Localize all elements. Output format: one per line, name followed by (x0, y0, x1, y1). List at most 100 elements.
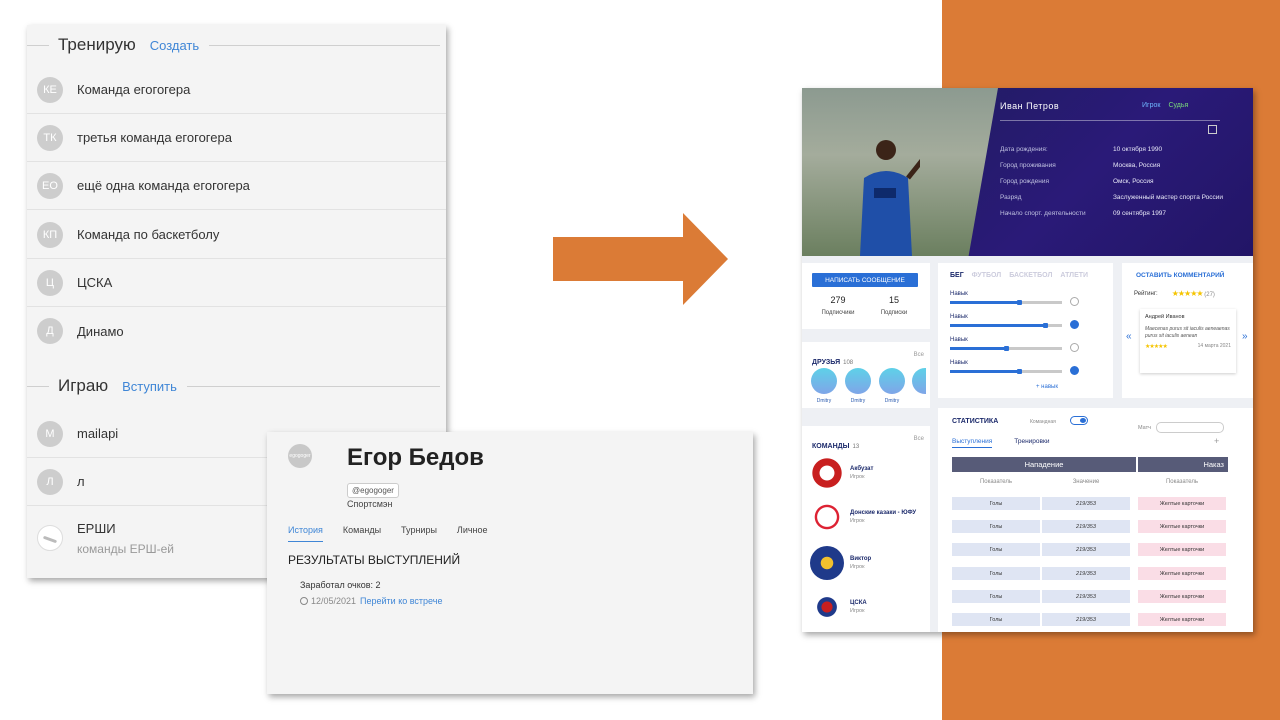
skill-knob[interactable] (1017, 369, 1023, 374)
leave-comment-link[interactable]: ОСТАВИТЬ КОММЕНТАРИЙ (1136, 272, 1224, 279)
team-toggle[interactable] (1070, 416, 1088, 425)
check-circle-icon[interactable] (1070, 320, 1079, 329)
skill-slider[interactable] (950, 346, 1062, 351)
team-row[interactable]: Д Динамо (27, 307, 446, 355)
chevron-right-icon[interactable]: » (1242, 331, 1248, 342)
skill-label: Навык (950, 291, 968, 297)
tab-trainings[interactable]: Тренировки (1014, 438, 1049, 448)
stat-value: 219/353 (1042, 497, 1130, 510)
playing-title: Играю (58, 376, 109, 395)
player-tag: Игрок (1142, 102, 1161, 109)
chevron-left-icon[interactable]: « (1126, 331, 1132, 342)
friends-all-link[interactable]: Все (914, 352, 924, 358)
team-row[interactable]: ТК третья команда егогогера (27, 114, 446, 162)
skill-fill (950, 370, 1020, 373)
team-avatar: Д (37, 318, 63, 344)
profile-tabs: История Команды Турниры Личное (288, 525, 508, 542)
subscriptions-stat[interactable]: 15 Подписки (864, 295, 924, 316)
tab-performances[interactable]: Выступления (952, 438, 993, 448)
skill-knob[interactable] (1017, 300, 1023, 305)
team-item[interactable]: Виктор Игрок (810, 546, 871, 580)
stat-card: Желтые карточки (1138, 520, 1226, 533)
team-role: Игрок (850, 564, 865, 570)
skill-row: Навык (950, 314, 1080, 329)
skill-tab[interactable]: АТЛЕТИ (1060, 272, 1088, 279)
tab-tournaments[interactable]: Турниры (401, 525, 437, 542)
team-name: ЦСКА (77, 275, 113, 290)
skill-slider[interactable] (950, 369, 1062, 374)
friend-item[interactable]: Dmitry (810, 368, 838, 404)
player-info: Дата рождения: 10 октября 1990 Город прож… (1000, 146, 1240, 226)
role-tags: Игрок Судья (1142, 102, 1188, 109)
team-row[interactable]: Ц ЦСКА (27, 259, 446, 307)
join-team-link[interactable]: Вступить (122, 379, 177, 394)
star-icon: ★★★★★ (1171, 289, 1204, 298)
info-value: 10 октября 1990 (1113, 146, 1163, 153)
skill-tabs: БЕГ ФУТБОЛ БАСКЕТБОЛ АТЛЕТИ (950, 272, 1088, 279)
skill-tab[interactable]: БЕГ (950, 272, 964, 279)
team-avatar: КП (37, 221, 63, 248)
column-header: Значение (1072, 479, 1100, 485)
team-name: Динамо (77, 323, 124, 339)
team-item[interactable]: Акбузат Игрок (810, 456, 873, 490)
avatar (845, 368, 871, 394)
tab-history[interactable]: История (288, 525, 323, 542)
add-skill-link[interactable]: + навык (1036, 384, 1058, 390)
team-row[interactable]: ЕО ещё одна команда егогогера (27, 162, 446, 210)
playing-section-header: Играю Вступить (27, 368, 446, 404)
info-row: Город рождения Омск, Россия (1000, 178, 1240, 185)
skill-label: Навык (950, 337, 968, 343)
info-key: Дата рождения: (1000, 146, 1048, 153)
add-circle-icon[interactable] (1070, 343, 1079, 352)
skill-tab[interactable]: БАСКЕТБОЛ (1009, 272, 1052, 279)
stat-card: Желтые карточки (1138, 613, 1226, 626)
comments-card: ОСТАВИТЬ КОММЕНТАРИЙ Рейтинг: ★★★★★ (27)… (1122, 263, 1253, 398)
tab-teams[interactable]: Команды (343, 525, 381, 542)
team-row[interactable]: КП Команда по баскетболу (27, 211, 446, 259)
info-row: Город проживания Москва, Россия (1000, 162, 1240, 169)
results-section-title: РЕЗУЛЬТАТЫ ВЫСТУПЛЕНИЙ (288, 553, 461, 567)
subscribers-count: 279 (830, 295, 846, 305)
friend-item[interactable]: Dmitry (844, 368, 872, 404)
team-logo-icon (810, 500, 844, 534)
friend-item[interactable]: Dmitry (878, 368, 906, 404)
send-message-button[interactable]: НАПИСАТЬ СООБЩЕНИЕ (812, 273, 918, 287)
friend-item[interactable] (912, 368, 926, 394)
meeting-link[interactable]: Перейти ко встрече (360, 596, 442, 606)
skill-row: Навык (950, 337, 1080, 352)
info-key: Начало спорт. деятельности (1000, 210, 1086, 217)
teams-all-link[interactable]: Все (914, 436, 924, 442)
stat-value: 219/353 (1042, 543, 1130, 556)
stat-value: 219/353 (1042, 520, 1130, 533)
stat-card: Желтые карточки (1138, 543, 1226, 556)
player-figure-icon (860, 140, 920, 256)
statistics-title: СТАТИСТИКА (952, 418, 999, 425)
skill-slider[interactable] (950, 300, 1062, 305)
penalty-header: Наказ (1138, 457, 1228, 472)
info-value: 09 сентября 1997 (1113, 210, 1167, 217)
skill-slider[interactable] (950, 323, 1062, 328)
add-icon[interactable]: + (1214, 436, 1219, 446)
friends-count: 108 (843, 360, 854, 366)
tab-personal[interactable]: Личное (457, 525, 488, 542)
statistics-card: СТАТИСТИКА Командная Матч Выступления Тр… (938, 408, 1253, 632)
skill-knob[interactable] (1004, 346, 1009, 351)
skill-fill (950, 324, 1046, 327)
skill-tab[interactable]: ФУТБОЛ (972, 272, 1002, 279)
create-team-link[interactable]: Создать (150, 38, 199, 53)
edit-icon[interactable] (1208, 125, 1217, 134)
comment-item: Андрей Иванов Maecenas purus sit iaculis… (1140, 309, 1236, 373)
team-name: Команда егогогера (77, 82, 191, 97)
star-icon: ★★★★★ (1145, 344, 1168, 350)
team-row[interactable]: КЕ Команда егогогера (27, 66, 446, 114)
team-logo-icon (810, 456, 844, 490)
check-circle-icon[interactable] (1070, 366, 1079, 375)
add-circle-icon[interactable] (1070, 297, 1079, 306)
rating-label: Рейтинг: (1134, 290, 1158, 297)
skill-knob[interactable] (1043, 323, 1049, 328)
subscribers-stat[interactable]: 279 Подписчики (808, 295, 868, 316)
match-select[interactable] (1156, 422, 1224, 433)
team-item[interactable]: ЦСКА Игрок (810, 590, 867, 624)
stat-card: Желтые карточки (1138, 567, 1226, 580)
team-item[interactable]: Донские казаки - ЮФУ Игрок (810, 500, 916, 534)
